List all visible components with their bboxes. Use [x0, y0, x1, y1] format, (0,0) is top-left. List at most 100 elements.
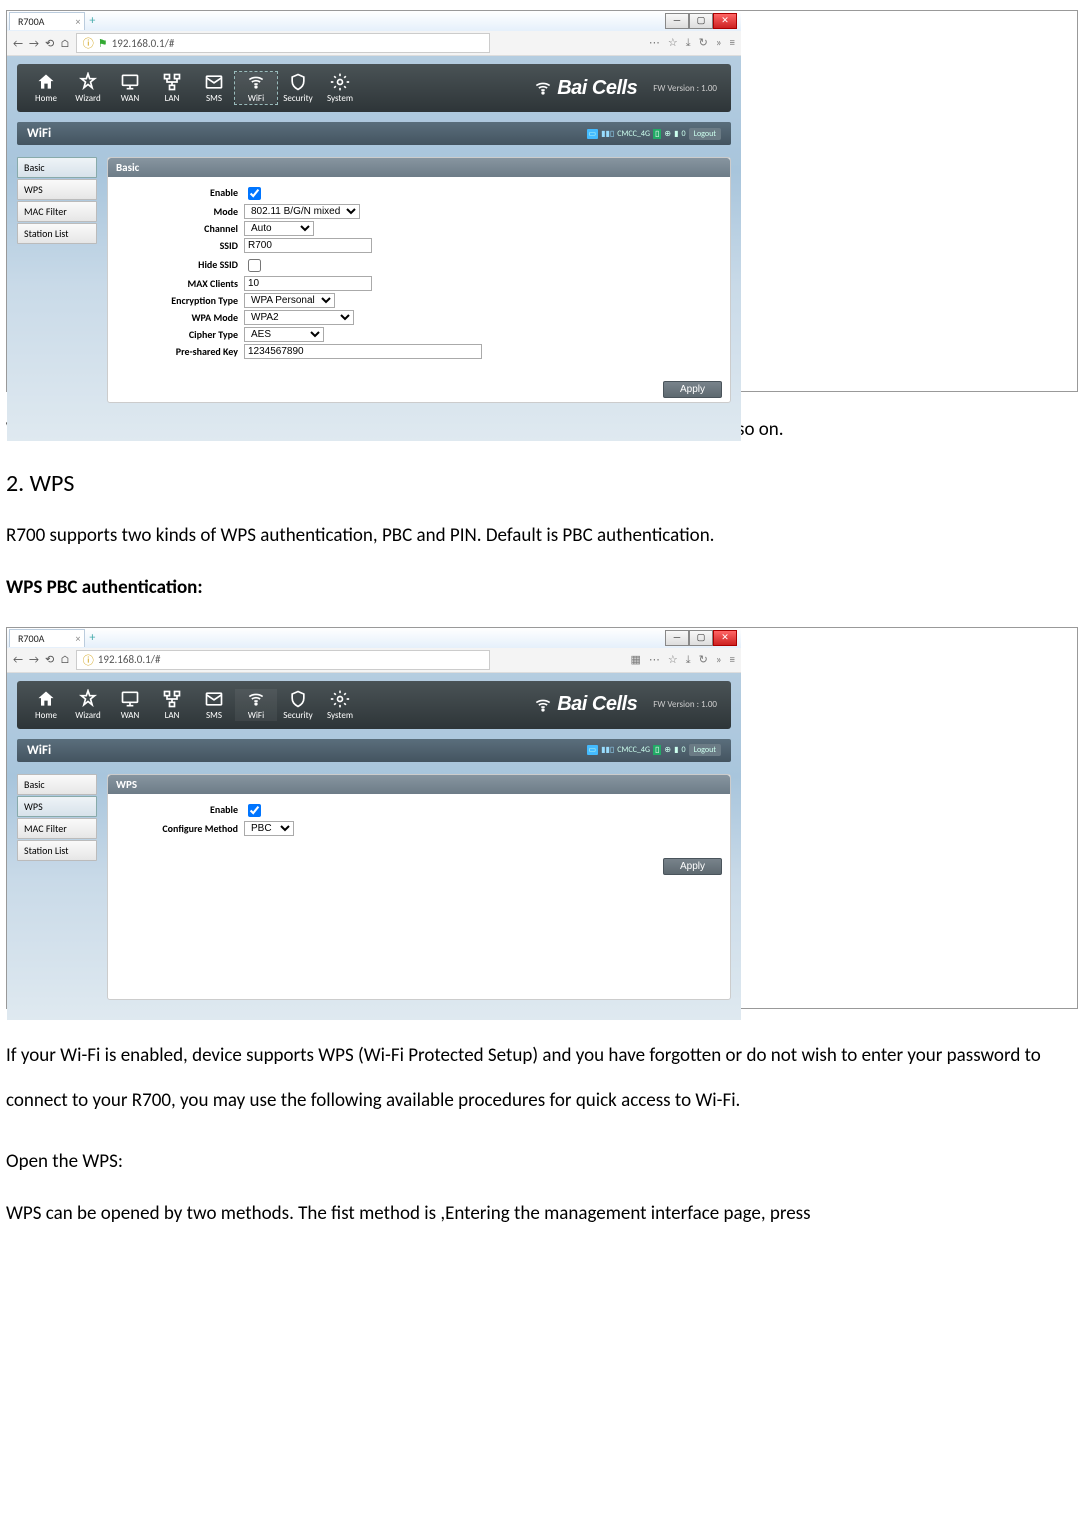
overflow-icon[interactable]: » — [716, 653, 722, 667]
nav-security[interactable]: Security — [277, 72, 319, 104]
close-icon[interactable]: × — [75, 15, 80, 28]
doc-heading: 2. WPS — [6, 469, 1078, 498]
max-clients-input[interactable] — [244, 276, 372, 291]
nav-home[interactable]: Home — [25, 689, 67, 721]
address-bar[interactable]: ⓘ 192.168.0.1/# — [76, 650, 490, 670]
label-max-clients: MAX Clients — [118, 277, 244, 290]
main-nav: Home Wizard WAN LAN SMS WiFi Security Sy… — [17, 64, 731, 112]
new-tab-button[interactable]: + — [89, 631, 95, 645]
nav-home-icon[interactable]: ⌂ — [60, 37, 70, 50]
nav-wan[interactable]: WAN — [109, 72, 151, 104]
library-icon[interactable]: ↻ — [699, 653, 708, 667]
section-header: WiFi ▭ ▮▮▯ CMCC_4G ▯ ⊕ ▮ 0 Logout — [17, 739, 731, 762]
close-icon[interactable]: × — [75, 632, 80, 645]
menu-icon[interactable]: ≡ — [730, 36, 735, 50]
nav-lan[interactable]: LAN — [151, 72, 193, 104]
network-icon — [162, 72, 182, 92]
window-close-button[interactable]: ✕ — [713, 630, 737, 646]
label-mode: Mode — [118, 205, 244, 218]
apply-button[interactable]: Apply — [663, 381, 722, 398]
nav-wifi[interactable]: WiFi — [235, 72, 277, 104]
nav-lan[interactable]: LAN — [151, 689, 193, 721]
nav-back-icon[interactable]: ← — [13, 653, 23, 666]
gear-icon — [330, 689, 350, 709]
psk-input[interactable] — [244, 344, 482, 359]
star-icon — [78, 689, 98, 709]
sidebar-item-wps[interactable]: WPS — [17, 796, 97, 817]
nav-wifi[interactable]: WiFi — [235, 689, 277, 721]
qr-icon[interactable]: ▦ — [631, 653, 641, 667]
nav-forward-icon[interactable]: → — [29, 653, 39, 666]
gear-icon — [330, 72, 350, 92]
browser-toolbar: ← → ⟲ ⌂ ⓘ ⚑ 192.168.0.1/# ⋯ ☆ ⤓ ↻ » ≡ — [7, 31, 741, 56]
label-enable: Enable — [118, 803, 244, 816]
browser-tab[interactable]: R700A × — [9, 12, 85, 30]
nav-back-icon[interactable]: ← — [13, 37, 23, 50]
nav-home[interactable]: Home — [25, 72, 67, 104]
channel-select[interactable]: Auto — [244, 221, 314, 236]
sidebar-item-station-list[interactable]: Station List — [17, 840, 97, 861]
screenshot-basic: R700A × + — ▢ ✕ ← → ⟲ ⌂ ⓘ ⚑ 192.168.0.1/… — [6, 10, 1078, 392]
brand-wifi-icon — [533, 695, 553, 715]
sidebar-item-mac-filter[interactable]: MAC Filter — [17, 201, 97, 222]
nav-reload-icon[interactable]: ⟲ — [45, 37, 54, 50]
nav-wizard[interactable]: Wizard — [67, 689, 109, 721]
address-bar[interactable]: ⓘ ⚑ 192.168.0.1/# — [76, 33, 490, 53]
enable-checkbox[interactable] — [248, 187, 261, 200]
url-text: 192.168.0.1/# — [98, 653, 161, 666]
overflow-icon[interactable]: » — [716, 36, 722, 50]
browser-tab[interactable]: R700A × — [9, 629, 85, 647]
window-minimize-button[interactable]: — — [665, 630, 689, 646]
mode-select[interactable]: 802.11 B/G/N mixed — [244, 204, 360, 219]
cipher-select[interactable]: AES — [244, 327, 324, 342]
library-icon[interactable]: ↻ — [699, 36, 708, 50]
4g-badge: ▯ — [653, 129, 661, 139]
label-ssid: SSID — [118, 239, 244, 252]
star-icon[interactable]: ☆ — [668, 36, 678, 50]
sidebar-item-wps[interactable]: WPS — [17, 179, 97, 200]
apply-button[interactable]: Apply — [663, 858, 722, 875]
configure-method-select[interactable]: PBC — [244, 821, 294, 836]
nav-wizard[interactable]: Wizard — [67, 72, 109, 104]
nav-sms[interactable]: SMS — [193, 689, 235, 721]
nav-sms[interactable]: SMS — [193, 72, 235, 104]
window-minimize-button[interactable]: — — [665, 13, 689, 29]
logout-button[interactable]: Logout — [689, 744, 721, 756]
nav-forward-icon[interactable]: → — [29, 37, 39, 50]
sidebar-item-basic[interactable]: Basic — [17, 157, 97, 178]
window-maximize-button[interactable]: ▢ — [689, 630, 713, 646]
label-cipher: Cipher Type — [118, 328, 244, 341]
sidebar-item-basic[interactable]: Basic — [17, 774, 97, 795]
nav-system[interactable]: System — [319, 689, 361, 721]
logout-button[interactable]: Logout — [689, 128, 721, 140]
nav-reload-icon[interactable]: ⟲ — [45, 653, 54, 666]
nav-wan[interactable]: WAN — [109, 689, 151, 721]
sidebar-item-mac-filter[interactable]: MAC Filter — [17, 818, 97, 839]
4g-badge: ▯ — [653, 745, 661, 755]
download-icon[interactable]: ⤓ — [686, 653, 691, 667]
ssid-input[interactable] — [244, 238, 372, 253]
nav-home-icon[interactable]: ⌂ — [60, 653, 70, 666]
menu-icon[interactable]: ≡ — [730, 653, 735, 667]
doc-paragraph: If your Wi-Fi is enabled, device support… — [6, 1033, 1078, 1124]
reader-icon[interactable]: ⋯ — [649, 653, 660, 667]
window-maximize-button[interactable]: ▢ — [689, 13, 713, 29]
window-titlebar: R700A × + — ▢ ✕ — [7, 628, 741, 648]
status-bar: ▭ ▮▮▯ CMCC_4G ▯ ⊕ ▮ 0 Logout — [587, 744, 722, 756]
nav-system[interactable]: System — [319, 72, 361, 104]
wpa-mode-select[interactable]: WPA2 — [244, 310, 354, 325]
new-tab-button[interactable]: + — [89, 14, 95, 28]
doc-paragraph: WPS can be opened by two methods. The fi… — [6, 1200, 1078, 1229]
reader-icon[interactable]: ⋯ — [649, 36, 660, 50]
shield-icon — [288, 689, 308, 709]
window-close-button[interactable]: ✕ — [713, 13, 737, 29]
wifi-icon — [246, 72, 266, 92]
signal-icon: ▮▮▯ — [601, 745, 614, 755]
download-icon[interactable]: ⤓ — [686, 36, 691, 50]
nav-security[interactable]: Security — [277, 689, 319, 721]
encryption-select[interactable]: WPA Personal — [244, 293, 335, 308]
sidebar-item-station-list[interactable]: Station List — [17, 223, 97, 244]
star-icon[interactable]: ☆ — [668, 653, 678, 667]
hide-ssid-checkbox[interactable] — [248, 259, 261, 272]
wps-enable-checkbox[interactable] — [248, 804, 261, 817]
